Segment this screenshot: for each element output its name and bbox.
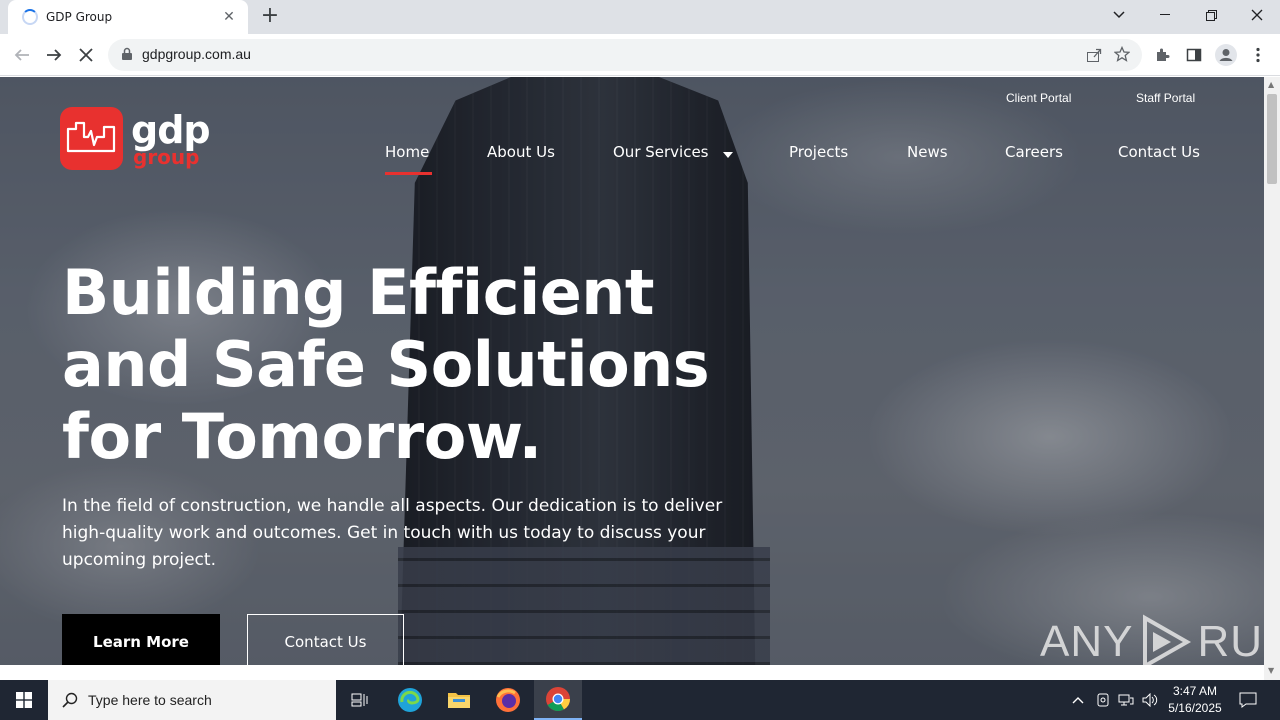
hero-contact-us-button[interactable]: Contact Us — [247, 614, 404, 665]
search-placeholder: Type here to search — [88, 692, 212, 708]
tab-search-icon[interactable] — [1096, 0, 1142, 30]
nav-our-services-label: Our Services — [613, 143, 709, 161]
hero-headline-line-3: for Tomorrow. — [62, 400, 542, 473]
logo-mark-icon — [60, 107, 123, 170]
clock-time: 3:47 AM — [1172, 684, 1218, 698]
search-icon — [62, 692, 78, 708]
caret-down-icon — [723, 144, 734, 162]
lock-icon — [122, 47, 132, 60]
task-view-icon[interactable] — [336, 680, 384, 720]
extensions-icon[interactable] — [1148, 41, 1176, 69]
hero-headline-line-1: Building Efficient — [62, 256, 655, 329]
nav-about-us[interactable]: About Us — [487, 143, 555, 161]
edge-browser-icon[interactable] — [386, 680, 434, 720]
notification-icon[interactable] — [1234, 680, 1262, 720]
taskbar-clock[interactable]: 3:47 AM 5/16/2025 — [1160, 683, 1230, 717]
address-bar[interactable]: gdpgroup.com.au — [108, 39, 1142, 71]
side-panel-icon[interactable] — [1180, 41, 1208, 69]
scroll-up-arrow-icon[interactable]: ▲ — [1268, 81, 1276, 89]
hero-headline-line-2: and Safe Solutions — [62, 328, 710, 401]
hero-subtext: In the field of construction, we handle … — [62, 496, 723, 570]
forward-button[interactable] — [40, 41, 68, 69]
hero-headline: Building Efficient and Safe Solutions fo… — [62, 257, 782, 473]
nav-our-services[interactable]: Our Services — [613, 143, 734, 162]
url-text: gdpgroup.com.au — [142, 46, 251, 62]
file-explorer-icon[interactable] — [435, 680, 483, 720]
bookmark-star-icon[interactable] — [1113, 45, 1131, 66]
logo-word-group: group — [133, 144, 200, 169]
watermark-left: ANY — [1040, 617, 1134, 665]
browser-tab[interactable]: GDP Group ✕ — [8, 0, 248, 34]
anyrun-watermark: ANY RUN — [1040, 612, 1264, 665]
clock-date: 5/16/2025 — [1168, 701, 1222, 715]
nav-active-indicator — [385, 172, 432, 175]
page-viewport: gdp group Client Portal Staff Portal Hom… — [0, 77, 1264, 665]
tab-strip: GDP Group ✕ + — [0, 0, 1280, 34]
volume-icon[interactable] — [1139, 680, 1161, 720]
loading-spinner-icon — [22, 9, 38, 25]
nav-projects[interactable]: Projects — [789, 143, 848, 161]
close-window-button[interactable] — [1234, 0, 1280, 30]
start-button[interactable] — [0, 680, 48, 720]
browser-toolbar: gdpgroup.com.au — [0, 34, 1280, 76]
restore-button[interactable] — [1188, 0, 1234, 30]
logo-word-gdp: gdp — [131, 107, 211, 152]
site-logo[interactable]: gdp group — [60, 107, 211, 170]
nav-careers[interactable]: Careers — [1005, 143, 1063, 161]
close-tab-icon[interactable]: ✕ — [220, 9, 238, 25]
minimize-button[interactable] — [1142, 0, 1188, 30]
tray-overflow-chevron-icon[interactable] — [1068, 680, 1088, 720]
browser-menu-icon[interactable] — [1244, 41, 1272, 69]
back-button[interactable] — [8, 41, 36, 69]
windows-logo-icon — [16, 692, 32, 708]
windows-taskbar: Type here to search 3:47 AM 5/16/2025 — [0, 680, 1280, 720]
device-icon[interactable] — [1092, 680, 1114, 720]
profile-avatar-icon[interactable] — [1212, 41, 1240, 69]
nav-news[interactable]: News — [907, 143, 948, 161]
client-portal-link[interactable]: Client Portal — [1006, 91, 1071, 105]
staff-portal-link[interactable]: Staff Portal — [1136, 91, 1195, 105]
nav-contact-us[interactable]: Contact Us — [1118, 143, 1200, 161]
scroll-thumb[interactable] — [1267, 94, 1277, 184]
nav-home[interactable]: Home — [385, 143, 429, 161]
firefox-icon[interactable] — [484, 680, 532, 720]
play-logo-icon — [1143, 614, 1192, 665]
tab-title: GDP Group — [46, 10, 113, 24]
vertical-scrollbar[interactable]: ▲ ▼ — [1264, 77, 1280, 680]
scroll-down-arrow-icon[interactable]: ▼ — [1268, 667, 1276, 675]
learn-more-button[interactable]: Learn More — [62, 614, 220, 665]
share-icon[interactable] — [1086, 47, 1102, 67]
horizontal-scroll-area — [0, 665, 1264, 680]
new-tab-button[interactable]: + — [258, 5, 282, 29]
network-icon[interactable] — [1115, 680, 1137, 720]
taskbar-search-box[interactable]: Type here to search — [48, 680, 336, 720]
stop-loading-button[interactable] — [72, 41, 100, 69]
chrome-taskbar-icon[interactable] — [534, 680, 582, 720]
watermark-right: RUN — [1197, 617, 1264, 665]
